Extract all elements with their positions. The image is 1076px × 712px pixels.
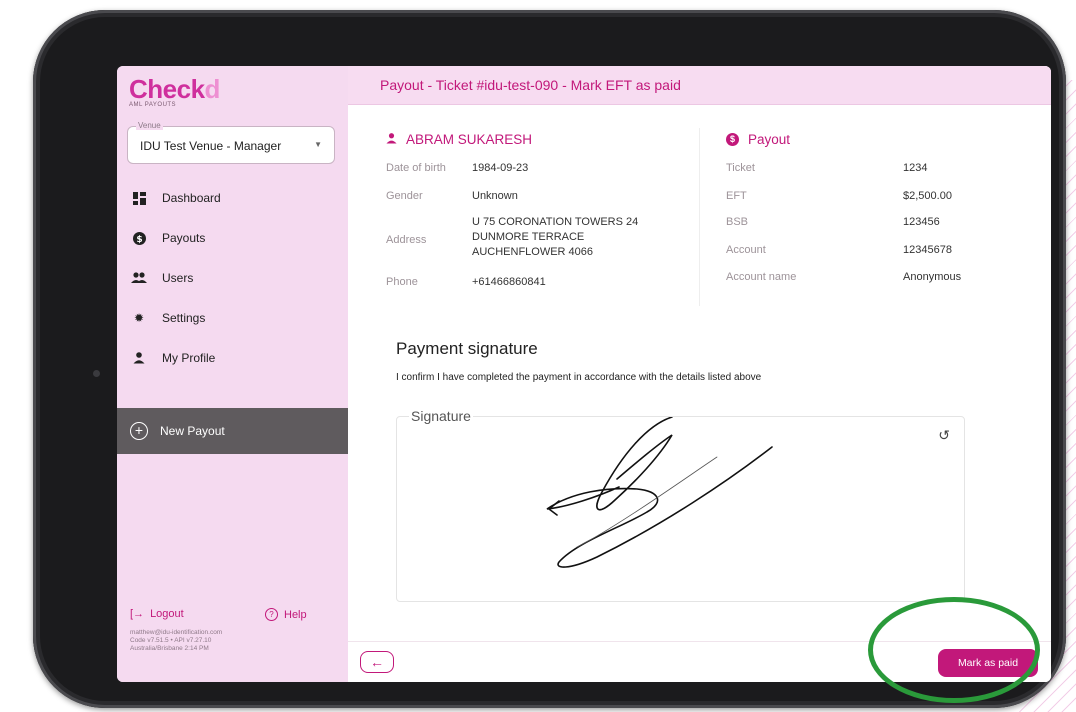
sidebar-item-label: My Profile	[162, 351, 216, 365]
ticket-value: 1234	[903, 162, 928, 174]
bsb-label: BSB	[726, 216, 749, 228]
venue-label: Venue	[136, 121, 163, 130]
help-link[interactable]: ? Help	[265, 608, 307, 621]
ticket-label: Ticket	[726, 162, 755, 174]
signature-title: Payment signature	[396, 339, 538, 358]
phone-value: +61466860841	[472, 276, 546, 288]
page-header: Payout - Ticket #idu-test-090 - Mark EFT…	[348, 66, 1051, 105]
back-button[interactable]: ←	[360, 651, 394, 673]
address-line-2: DUNMORE TERRACE	[472, 231, 585, 243]
users-icon	[130, 272, 148, 284]
account-name-value: Anonymous	[903, 271, 962, 283]
phone-label: Phone	[386, 276, 418, 288]
sidebar-item-dashboard[interactable]: Dashboard	[130, 188, 221, 208]
account-value: 12345678	[903, 244, 952, 256]
sidebar-item-settings[interactable]: ✹ Settings	[130, 308, 205, 328]
build-info: matthew@idu-identification.com Code v7.5…	[130, 629, 222, 653]
signature-pad[interactable]: Signature ↺	[396, 408, 965, 602]
logout-link[interactable]: [→ Logout	[130, 608, 184, 620]
dob-value: 1984-09-23	[472, 162, 529, 174]
bsb-value: 123456	[903, 216, 940, 228]
plus-circle-icon: +	[130, 422, 148, 440]
gender-value: Unknown	[472, 190, 518, 202]
payout-heading-text: Payout	[748, 132, 791, 147]
person-name: ABRAM SUKARESH	[386, 132, 532, 147]
account-label: Account	[726, 244, 766, 256]
version-info: Code v7.51.5 • API v7.27.10	[130, 637, 212, 644]
sidebar-item-payouts[interactable]: $ Payouts	[130, 228, 205, 248]
dollar-circle-icon: $	[726, 133, 739, 146]
gender-label: Gender	[386, 190, 423, 202]
dashboard-icon	[130, 191, 148, 205]
new-payout-button[interactable]: + New Payout	[117, 408, 348, 454]
address-line-1: U 75 CORONATION TOWERS 24	[472, 216, 639, 228]
chevron-down-icon: ▼	[314, 140, 322, 149]
locale-time: Australia/Brisbane 2:14 PM	[130, 645, 209, 652]
payout-heading: $ Payout	[726, 132, 790, 147]
eft-label: EFT	[726, 190, 747, 202]
logout-icon: [→	[130, 608, 145, 620]
account-name-label: Account name	[726, 271, 797, 283]
person-icon	[386, 132, 397, 147]
venue-value: IDU Test Venue - Manager	[140, 139, 282, 153]
page-title: Payout - Ticket #idu-test-090 - Mark EFT…	[380, 77, 681, 93]
highlight-circle	[868, 597, 1040, 703]
logout-label: Logout	[150, 608, 184, 620]
sidebar-item-label: Dashboard	[162, 191, 221, 205]
help-icon: ?	[265, 608, 278, 621]
sidebar-item-users[interactable]: Users	[130, 268, 193, 288]
sidebar-item-label: Payouts	[162, 231, 206, 245]
address-label: Address	[386, 234, 427, 246]
venue-select[interactable]: Venue IDU Test Venue - Manager ▼	[127, 121, 335, 164]
sidebar-footer: [→ Logout ? Help	[130, 608, 335, 624]
sidebar-item-label: Settings	[162, 311, 206, 325]
logo: Checkd AML PAYOUTS	[129, 74, 220, 108]
svg-text:$: $	[136, 235, 142, 245]
new-payout-label: New Payout	[160, 424, 225, 438]
gear-icon: ✹	[133, 311, 145, 325]
person-name-text: ABRAM SUKARESH	[406, 132, 533, 147]
logo-accent: d	[204, 74, 221, 104]
eft-value: $2,500.00	[903, 190, 952, 202]
app-screen: Checkd AML PAYOUTS Venue IDU Test Venue …	[117, 66, 1051, 682]
signature-confirm-text: I confirm I have completed the payment i…	[396, 372, 762, 383]
logo-name: Check	[129, 74, 205, 104]
sidebar-item-my-profile[interactable]: My Profile	[130, 348, 215, 368]
signature-drawing	[546, 417, 773, 568]
dob-label: Date of birth	[386, 162, 446, 174]
user-email: matthew@idu-identification.com	[130, 629, 223, 636]
address-line-3: AUCHENFLOWER 4066	[472, 246, 594, 258]
dollar-circle-icon: $	[130, 231, 148, 245]
sidebar: Checkd AML PAYOUTS Venue IDU Test Venue …	[117, 66, 348, 682]
section-divider	[699, 128, 700, 306]
sidebar-item-label: Users	[162, 271, 194, 285]
help-label: Help	[284, 608, 307, 621]
camera-dot	[93, 370, 100, 377]
main-content: Payout - Ticket #idu-test-090 - Mark EFT…	[348, 66, 1051, 682]
person-icon	[130, 352, 148, 364]
